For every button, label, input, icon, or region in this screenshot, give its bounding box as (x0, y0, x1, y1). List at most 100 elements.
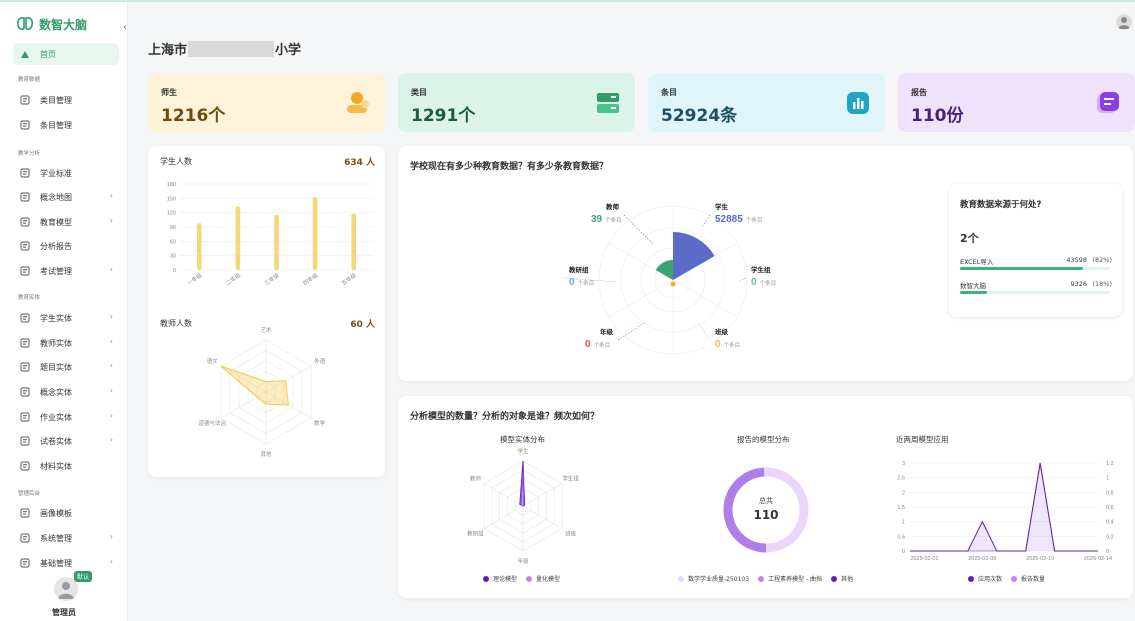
students-bar-chart: 0 30 60 90 120 150 180 一年级 二年级 三年级 四年级 五年级 (167, 182, 373, 287)
app-name: 数智大脑 (39, 17, 88, 32)
progress-track (960, 291, 1110, 294)
user-menu-icon[interactable] (1116, 14, 1132, 30)
bar (235, 206, 241, 270)
polar-center-dot (670, 281, 676, 287)
sidebar-item-concept[interactable]: 概念实体 › (13, 381, 119, 403)
legend-item[interactable]: 理论模型 (483, 574, 517, 583)
sidebar-item-settings[interactable]: 基础管理 › (13, 552, 119, 574)
sidebar-item-exam[interactable]: 考试管理 › (13, 260, 119, 282)
stat-value: 110份 (911, 106, 964, 126)
sidebar-item-category[interactable]: 类目管理 (13, 89, 119, 111)
radar-axis-label: 艺术 (260, 326, 272, 334)
legend-item[interactable]: 应用次数 (968, 574, 1002, 583)
question-icon (19, 361, 31, 373)
chevron-right-icon: › (109, 386, 113, 395)
y2-tick-label: 1 (1106, 476, 1109, 482)
donut-center-label: 总共 (759, 497, 773, 505)
legend-item[interactable]: 数学学业质量-250103 (678, 574, 749, 583)
redacted-block (188, 40, 275, 57)
sidebar-item-report[interactable]: 分析报告 (13, 235, 119, 257)
radar-axis-label: 道德与法治 (199, 419, 227, 427)
sidebar-item-template[interactable]: 画像模板 (13, 502, 119, 524)
radar-axis-label: 班级 (565, 530, 577, 538)
y-tick-label: 30 (170, 254, 176, 260)
stat-card-report[interactable]: 报告 110份 (898, 73, 1135, 132)
legend-label: 量化模型 (536, 576, 561, 583)
model-icon (19, 216, 31, 228)
source-row[interactable]: 数智大脑 9326 (18%) (960, 280, 1112, 298)
sidebar-item-home[interactable]: 首页 (13, 43, 119, 65)
sidebar-item-list[interactable]: 条目管理 (13, 114, 119, 136)
app-logo[interactable]: 数智大脑 (16, 14, 87, 34)
legend-dot-icon (831, 575, 838, 582)
sidebar-item-student[interactable]: 学生实体 › (13, 307, 119, 329)
sidebar-item-label: 概念实体 (40, 387, 72, 397)
x-tick-label: 二年级 (224, 271, 243, 287)
model-panel: 分析模型的数量？分析的对象是谁？频次如何？ 模型实体分布 报告的模型分布 近两周… (398, 396, 1133, 598)
node-name: 班级 (715, 327, 729, 336)
stat-card-category[interactable]: 类目 1291个 (398, 73, 635, 132)
sidebar-item-paper[interactable]: 试卷实体 › (13, 430, 119, 452)
sidebar-item-material[interactable]: 材料实体 (13, 455, 119, 477)
leader-line (737, 277, 747, 283)
source-row[interactable]: EXCEL导入 43598 (82%) (960, 256, 1112, 274)
brain-logo-icon (16, 17, 34, 31)
sidebar-item-standard[interactable]: 学业标准 (13, 162, 119, 184)
legend-item[interactable]: 报告数量 (1011, 574, 1045, 583)
stat-card-people[interactable]: 师生 1216个 (148, 73, 385, 132)
model-radar-chart: 学生学生组班级年级 教研组 教师 (467, 447, 579, 565)
source-card: 教育数据来源于何处? 2个 EXCEL导入 43598 (82%) 数智大脑 9326 (… (949, 184, 1122, 317)
radar-axis-label: 语文 (207, 357, 219, 365)
teacher-icon (19, 337, 31, 349)
node-value: 39 个条目 (591, 214, 622, 225)
legend-dot-icon (483, 575, 489, 582)
source-pct: (82%) (1092, 256, 1112, 264)
sidebar-item-label: 材料实体 (40, 461, 72, 471)
legend-item[interactable]: 其他 (831, 574, 853, 583)
y-tick-label: 0 (902, 549, 905, 555)
legend-dot-icon (678, 575, 684, 582)
node-count: 39 (591, 214, 603, 225)
exam-icon (19, 265, 31, 277)
x-tick-label: 2025-02-02 (910, 556, 938, 562)
default-badge: 默认 (74, 571, 93, 582)
radar-axis (522, 505, 563, 529)
progress-fill (960, 291, 987, 294)
sidebar-item-label: 学业标准 (40, 168, 72, 178)
stat-card-entry[interactable]: 条目 52924条 (648, 73, 885, 132)
chevron-right-icon: › (109, 435, 113, 444)
collapse-sidebar-icon[interactable]: ‹ (123, 22, 127, 33)
legend-item[interactable]: 工程素养模型 - 曲挡 (758, 574, 822, 583)
y-tick-label: 0 (173, 268, 176, 274)
source-value: 9326 (1070, 280, 1087, 288)
sidebar-item-label: 作业实体 (40, 412, 72, 422)
radar-axis-label: 外语 (314, 357, 326, 365)
sidebar-item-model[interactable]: 教育模型 › (13, 211, 119, 233)
source-pct: (18%) (1092, 280, 1112, 288)
paper-icon (19, 435, 31, 447)
legend-dot-icon (968, 575, 974, 582)
sidebar-item-label: 条目管理 (40, 120, 72, 130)
source-name: EXCEL导入 (960, 258, 994, 266)
sidebar-item-map[interactable]: 概念地图 › (13, 186, 119, 208)
sidebar-item-homework[interactable]: 作业实体 › (13, 406, 119, 428)
node-count: 0 (751, 277, 757, 288)
chevron-right-icon: › (109, 191, 113, 200)
y2-tick-label: 0 (1106, 549, 1109, 555)
y-tick-label: 180 (167, 182, 176, 188)
chevron-right-icon: › (109, 361, 113, 370)
node-count: 0 (585, 339, 591, 350)
database-icon (597, 93, 619, 113)
y2-tick-label: 0.8 (1106, 490, 1114, 496)
sidebar-item-system[interactable]: 系统管理 › (13, 527, 119, 549)
legend-item[interactable]: 量化模型 (526, 574, 560, 583)
list-icon (19, 119, 31, 131)
edu-data-panel: 学校现在有多少种教育数据？有多少条教育数据？ 教师 39 个条目 学生 52885 个条目… (398, 146, 1133, 381)
sidebar-item-question[interactable]: 题目实体 › (13, 356, 119, 378)
sidebar-item-teacher[interactable]: 教师实体 › (13, 332, 119, 354)
y2-tick-label: 0.4 (1106, 520, 1114, 526)
title-prefix: 上海市 (148, 43, 188, 58)
legend: 数学学业质量-250103 工程素养模型 - 曲挡 其他 (678, 574, 853, 583)
node-unit: 个条目 (746, 216, 763, 224)
polar-spoke (672, 279, 738, 318)
